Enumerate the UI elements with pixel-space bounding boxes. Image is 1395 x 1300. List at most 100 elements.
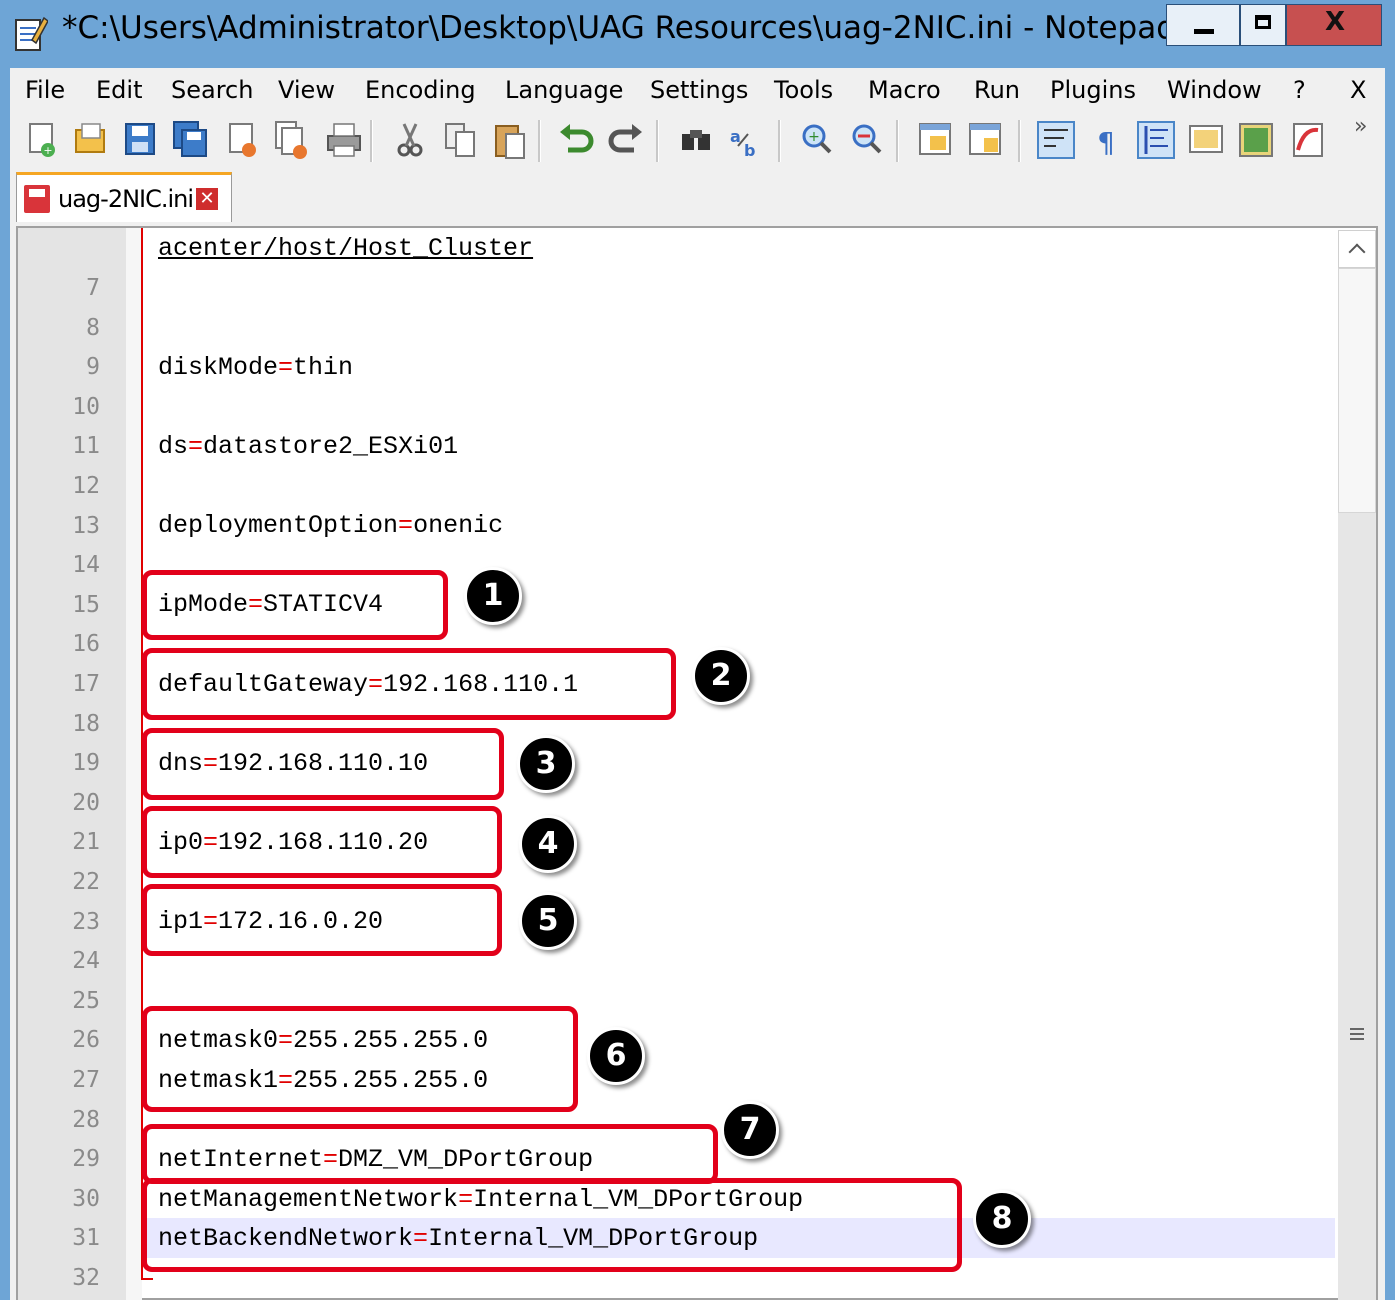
- menu-window[interactable]: Window: [1167, 76, 1262, 104]
- new-file-icon[interactable]: +: [22, 118, 62, 162]
- print-icon[interactable]: [324, 118, 364, 162]
- function-list-icon[interactable]: [1236, 118, 1276, 162]
- maximize-icon: [1255, 15, 1271, 29]
- line-number: 10: [72, 394, 100, 420]
- line-number: 30: [72, 1186, 100, 1212]
- highlight-box-2: [142, 648, 676, 720]
- minimize-icon: [1194, 29, 1214, 34]
- ini-value: thin: [293, 353, 354, 382]
- menu-close-document[interactable]: X: [1350, 76, 1366, 104]
- redo-icon[interactable]: [606, 118, 646, 162]
- step-badge-8: 8: [973, 1190, 1031, 1248]
- code-line-11: ds=datastore2_ESXi01: [158, 432, 458, 461]
- svg-text:+: +: [43, 144, 52, 157]
- word-wrap-icon[interactable]: [1036, 118, 1076, 162]
- close-window-button[interactable]: X: [1286, 4, 1382, 46]
- highlight-box-3: [142, 728, 504, 800]
- macro-record-icon[interactable]: [1288, 118, 1328, 162]
- undo-icon[interactable]: [556, 118, 596, 162]
- zoom-in-icon[interactable]: +: [796, 118, 836, 162]
- line-number: 25: [72, 988, 100, 1014]
- highlight-box-5: [142, 884, 502, 956]
- step-badge-4: 4: [519, 815, 577, 873]
- menu-run[interactable]: Run: [974, 76, 1020, 104]
- code-line-9: diskMode=thin: [158, 353, 353, 382]
- cut-icon[interactable]: [390, 118, 430, 162]
- menu-edit[interactable]: Edit: [96, 76, 142, 104]
- step-badge-2: 2: [692, 647, 750, 705]
- equals-sign: =: [188, 432, 204, 461]
- toolbar-separator: [538, 120, 541, 162]
- toolbar-separator: [896, 120, 899, 162]
- find-icon[interactable]: [676, 118, 716, 162]
- scrollbar-thumb[interactable]: [1338, 268, 1376, 513]
- equals-sign: =: [398, 511, 414, 540]
- menu-settings[interactable]: Settings: [650, 76, 748, 104]
- highlight-box-7: [142, 1124, 718, 1184]
- svg-text:¶: ¶: [1097, 126, 1115, 159]
- line-number: 24: [72, 948, 100, 974]
- line-number: 28: [72, 1107, 100, 1133]
- replace-icon[interactable]: ab: [726, 118, 766, 162]
- ini-key: diskMode: [158, 353, 279, 382]
- toolbar-separator: [370, 120, 373, 162]
- menu-bar: File Edit Search View Encoding Language …: [10, 70, 1385, 110]
- line-number: 17: [72, 671, 100, 697]
- toolbar-separator: [656, 120, 659, 162]
- line-number: 27: [72, 1067, 100, 1093]
- close-file-icon[interactable]: [222, 118, 262, 162]
- close-all-icon[interactable]: [272, 118, 312, 162]
- indent-guide-icon[interactable]: [1136, 118, 1176, 162]
- step-badge-1: 1: [464, 567, 522, 625]
- line-number: 21: [72, 829, 100, 855]
- line-number: 20: [72, 790, 100, 816]
- minimize-button[interactable]: [1166, 4, 1240, 46]
- open-file-icon[interactable]: [70, 118, 110, 162]
- menu-encoding[interactable]: Encoding: [365, 76, 476, 104]
- copy-icon[interactable]: [440, 118, 480, 162]
- line-number: 9: [86, 354, 100, 380]
- line-number: 16: [72, 631, 100, 657]
- notepad-app-icon: [15, 16, 48, 51]
- line-number: 15: [72, 592, 100, 618]
- equals-sign: =: [278, 353, 294, 382]
- menu-macro[interactable]: Macro: [868, 76, 941, 104]
- zoom-out-icon[interactable]: [846, 118, 886, 162]
- show-all-chars-icon[interactable]: ¶: [1086, 118, 1126, 162]
- menu-file[interactable]: File: [25, 76, 65, 104]
- menu-help[interactable]: ?: [1293, 76, 1306, 104]
- step-badge-5: 5: [519, 892, 577, 950]
- window-title: *C:\Users\Administrator\Desktop\UAG Reso…: [62, 10, 1206, 46]
- menu-plugins[interactable]: Plugins: [1050, 76, 1136, 104]
- save-all-icon[interactable]: [170, 118, 210, 162]
- toolbar-overflow-icon[interactable]: »: [1354, 114, 1367, 139]
- maximize-button[interactable]: [1240, 4, 1286, 46]
- step-badge-6: 6: [587, 1027, 645, 1085]
- document-map-icon[interactable]: [1186, 118, 1226, 162]
- sync-vertical-icon[interactable]: [916, 118, 956, 162]
- line-number-gutter: 7 8 9 10 11 12 13 14 15 16 17 18 19 20 2…: [18, 228, 126, 1300]
- sync-horizontal-icon[interactable]: [966, 118, 1006, 162]
- save-icon[interactable]: [120, 118, 160, 162]
- highlight-box-8: [142, 1178, 962, 1272]
- fold-margin: [126, 228, 142, 1300]
- tab-close-icon[interactable]: ✕: [196, 188, 218, 210]
- svg-text:b: b: [744, 141, 755, 160]
- toolbar: + ab + ¶ »: [10, 112, 1385, 168]
- menu-search[interactable]: Search: [171, 76, 253, 104]
- line-number: 12: [72, 473, 100, 499]
- line-number: 18: [72, 711, 100, 737]
- ini-value: onenic: [413, 511, 504, 540]
- ini-key: deploymentOption: [158, 511, 399, 540]
- scroll-up-icon[interactable]: [1338, 230, 1376, 268]
- menu-language[interactable]: Language: [505, 76, 623, 104]
- toolbar-separator: [1018, 120, 1021, 162]
- menu-view[interactable]: View: [278, 76, 335, 104]
- menu-tools[interactable]: Tools: [774, 76, 833, 104]
- fold-marker-end: [141, 1278, 153, 1280]
- highlight-box-4: [142, 806, 502, 878]
- line-number: 22: [72, 869, 100, 895]
- code-line-wrapped: acenter/host/Host_Cluster: [158, 234, 534, 263]
- ini-value: datastore2_ESXi01: [203, 432, 459, 461]
- paste-icon[interactable]: [490, 118, 530, 162]
